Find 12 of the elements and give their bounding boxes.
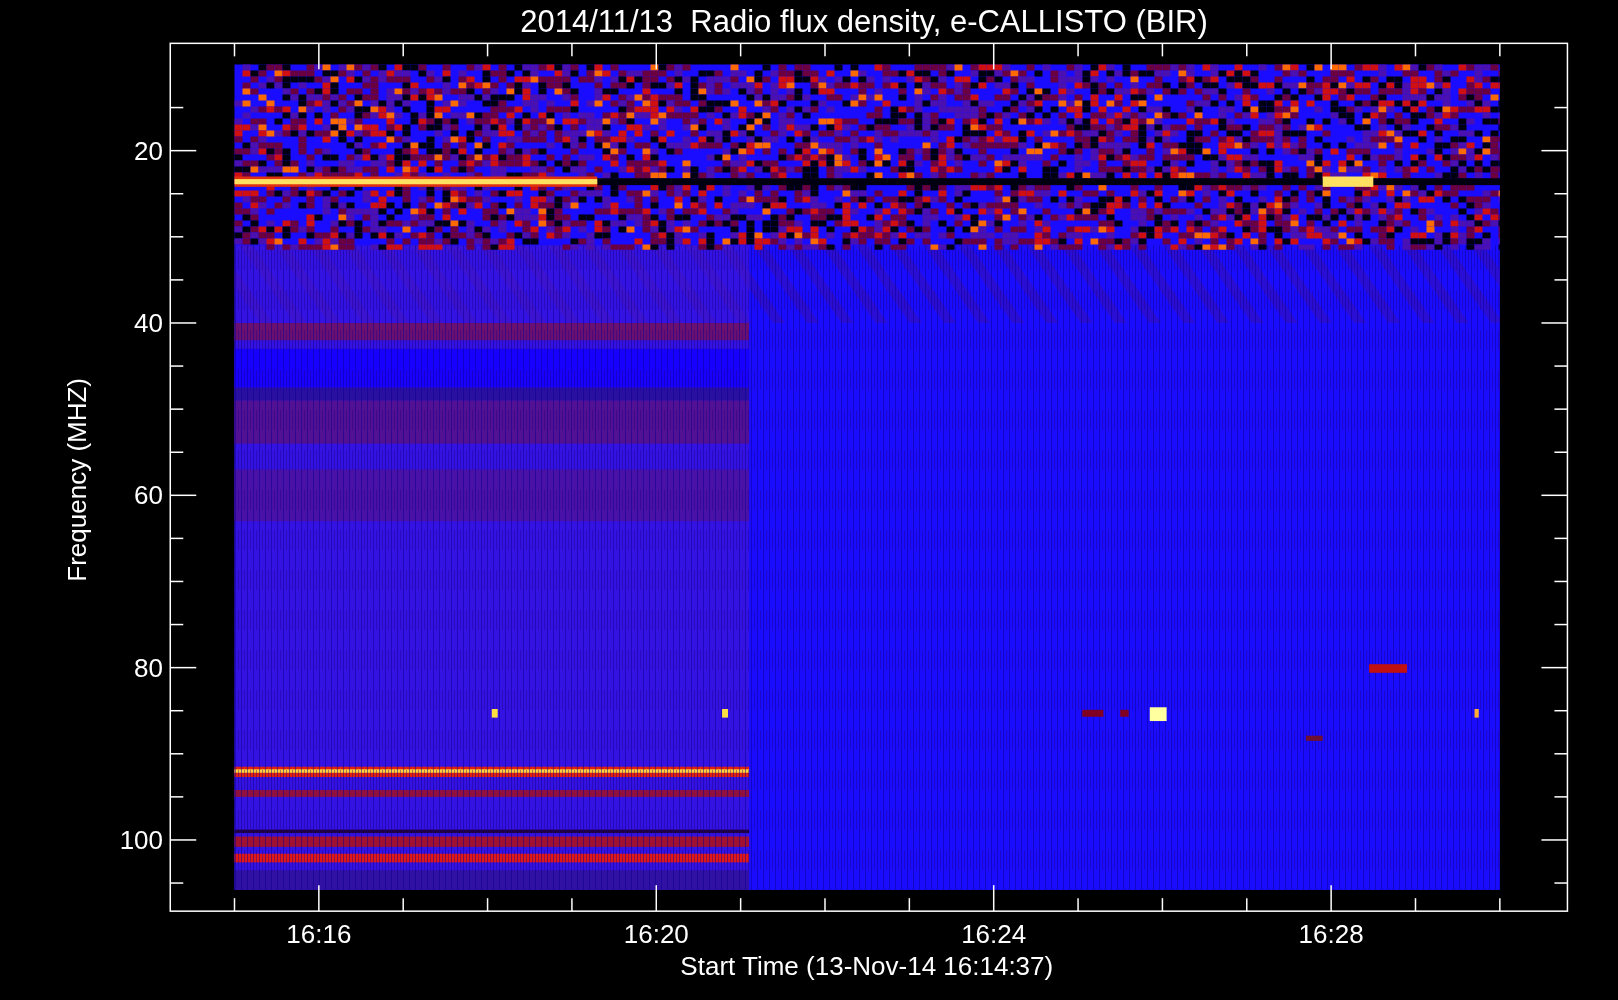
y-tick-label: 40	[134, 308, 164, 338]
x-tick-label: 16:28	[1298, 919, 1364, 949]
y-axis-label: Frequency (MHZ)	[61, 378, 92, 582]
x-tick-label: 16:20	[623, 919, 689, 949]
y-tick-label: 100	[119, 824, 164, 855]
y-tick-label: 20	[134, 135, 164, 166]
x-axis-label: Start Time (13-Nov-14 16:14:37)	[680, 951, 1054, 981]
x-tick-label: 16:16	[286, 919, 352, 949]
chart-title: 2014/11/13 Radio flux density, e-CALLISTO (BIR)	[520, 4, 1208, 39]
y-tick-label: 80	[134, 652, 164, 683]
y-tick-label: 60	[134, 480, 164, 511]
x-tick-label: 16:24	[961, 919, 1027, 949]
